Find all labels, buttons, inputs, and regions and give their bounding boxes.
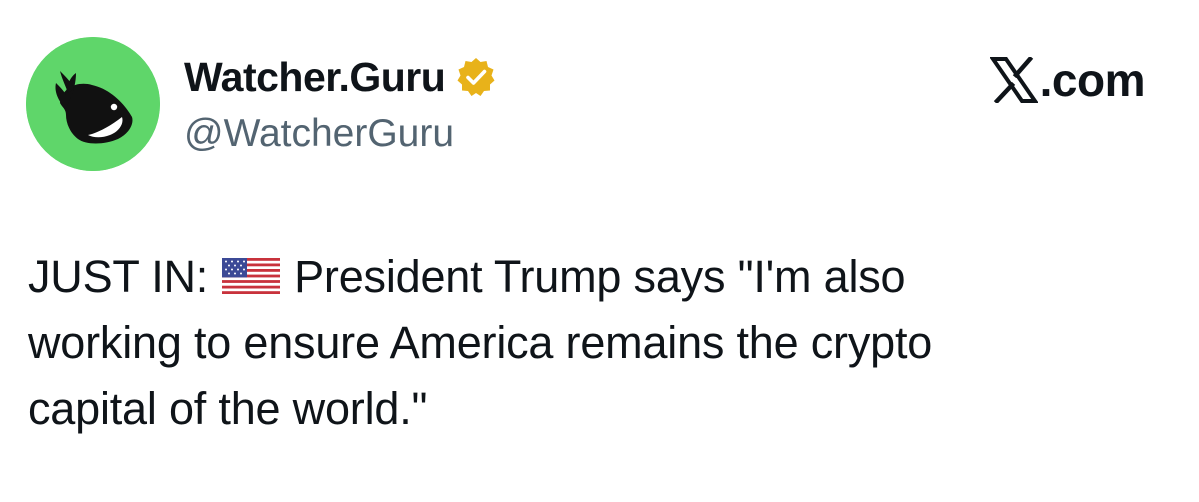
- tweet-body: JUST IN: President Trump says "I'm also …: [28, 244, 1168, 442]
- tweet-line-3: capital of the world.": [28, 383, 428, 434]
- tweet-line-1: JUST IN: President Trump says "I'm also: [28, 244, 1168, 310]
- avatar[interactable]: [26, 37, 160, 171]
- display-name[interactable]: Watcher.Guru: [184, 52, 446, 102]
- brand-watermark: .com: [988, 52, 1146, 108]
- tweet-prefix: JUST IN:: [28, 251, 209, 302]
- brand-domain: .com: [1039, 54, 1146, 106]
- name-row: Watcher.Guru: [184, 52, 497, 102]
- x-logo-icon: [988, 55, 1039, 105]
- account-identity: Watcher.Guru @WatcherGuru: [184, 52, 497, 158]
- tweet-line-2: working to ensure America remains the cr…: [28, 317, 933, 368]
- tweet-card: Watcher.Guru @WatcherGuru .com JUST IN:: [0, 0, 1199, 502]
- tweet-line-1-text: President Trump says "I'm also: [294, 251, 906, 302]
- whale-logo-icon: [26, 37, 160, 171]
- us-flag-icon: [222, 246, 281, 294]
- verified-badge-icon: [455, 56, 497, 98]
- account-handle[interactable]: @WatcherGuru: [184, 110, 497, 158]
